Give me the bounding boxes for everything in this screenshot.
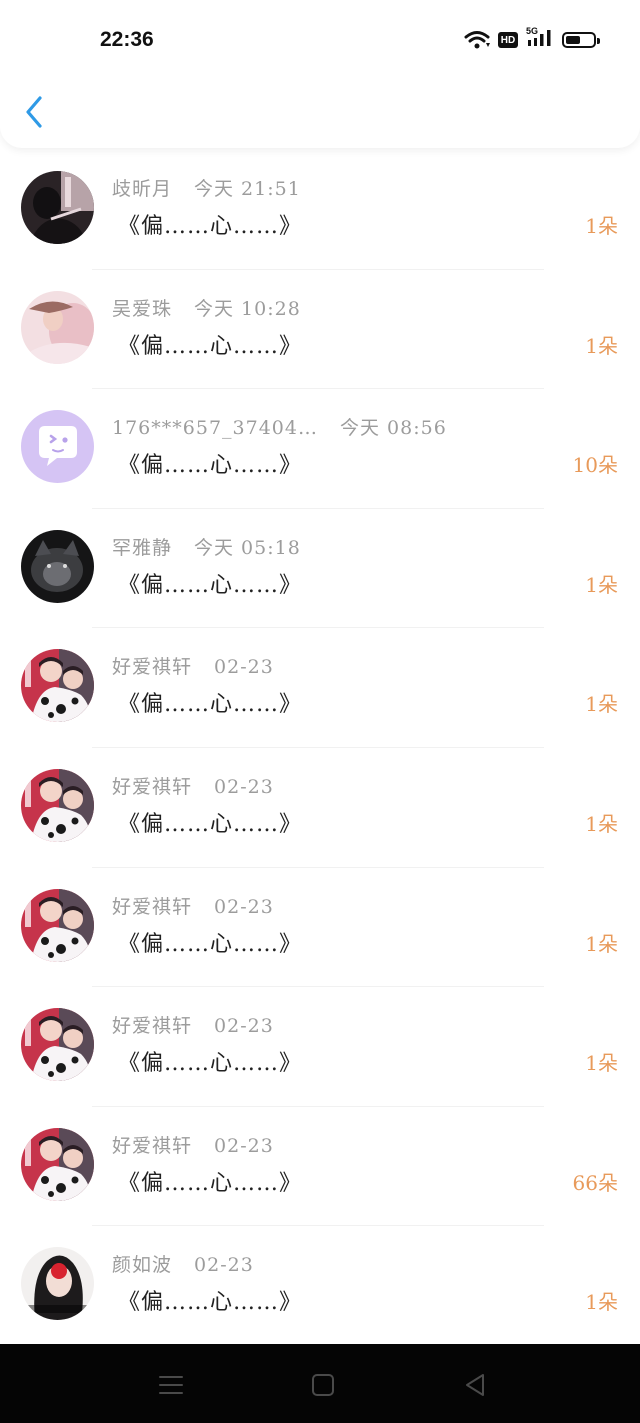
sender-name: 好爱祺轩 — [112, 895, 193, 918]
back-button[interactable] — [20, 94, 50, 130]
sent-time: 今天 05:18 — [194, 536, 301, 559]
avatar[interactable] — [21, 888, 94, 962]
gift-record-row[interactable]: 好爱祺轩 02-23 《偏……心……》 1朵 — [0, 628, 640, 748]
flower-count: 1朵 — [585, 214, 618, 238]
sender-name: 吴爱珠 — [112, 297, 173, 320]
sender-name: 好爱祺轩 — [112, 1015, 193, 1038]
gift-message: 《偏……心……》 — [118, 1051, 303, 1077]
sender-line: 好爱祺轩 02-23 — [112, 892, 274, 919]
gift-record-row[interactable]: 颜如波 02-23 《偏……心……》 1朵 — [0, 1226, 640, 1346]
gift-message: 《偏……心……》 — [118, 572, 303, 598]
battery-icon — [562, 32, 600, 48]
status-icons: HD 5G — [464, 26, 600, 54]
gift-message: 《偏……心……》 — [118, 453, 303, 479]
avatar[interactable] — [21, 1008, 94, 1082]
avatar[interactable] — [21, 171, 94, 244]
gift-message: 《偏……心……》 — [118, 692, 303, 718]
sender-name: 罕雅静 — [112, 536, 173, 559]
flower-count: 1朵 — [585, 811, 618, 836]
sender-line: 好爱祺轩 02-23 — [112, 1131, 274, 1158]
signal-icon: 5G — [526, 26, 554, 52]
gift-list: 歧昕月 今天 21:51 《偏……心……》 1朵 吴爱珠 今天 10:28 《偏……心……… — [0, 150, 640, 1346]
default-chat-icon[interactable] — [21, 410, 94, 484]
system-nav-bar — [0, 1344, 640, 1423]
chevron-left-icon — [26, 96, 42, 128]
home-button[interactable] — [308, 1370, 338, 1400]
battery-level — [566, 36, 580, 44]
sent-time: 02-23 — [214, 895, 274, 918]
gift-record-row[interactable]: 罕雅静 今天 05:18 《偏……心……》 1朵 — [0, 509, 640, 629]
flower-count: 1朵 — [585, 1290, 618, 1315]
flower-count: 1朵 — [585, 931, 618, 956]
menu-icon — [159, 1376, 183, 1394]
gift-record-row[interactable]: 歧昕月 今天 21:51 《偏……心……》 1朵 — [0, 150, 640, 270]
avatar[interactable] — [21, 1247, 94, 1321]
flower-count: 1朵 — [585, 1051, 618, 1076]
nav-back-button[interactable] — [461, 1370, 491, 1400]
flower-count: 1朵 — [585, 692, 618, 717]
sender-line: 吴爱珠 今天 10:28 — [112, 294, 301, 321]
avatar[interactable] — [21, 290, 94, 364]
sent-time: 今天 21:51 — [194, 178, 301, 200]
gift-message: 《偏……心……》 — [118, 333, 303, 359]
sender-name: 好爱祺轩 — [112, 775, 193, 798]
gift-record-row[interactable]: 好爱祺轩 02-23 《偏……心……》 1朵 — [0, 748, 640, 868]
flower-count: 1朵 — [585, 333, 618, 358]
gift-record-row[interactable]: 好爱祺轩 02-23 《偏……心……》 1朵 — [0, 868, 640, 988]
gift-record-row[interactable]: 吴爱珠 今天 10:28 《偏……心……》 1朵 — [0, 270, 640, 390]
sent-time: 02-23 — [214, 1015, 274, 1038]
sender-name: 颜如波 — [112, 1254, 173, 1277]
gift-message: 《偏……心……》 — [118, 811, 303, 837]
sent-time: 今天 08:56 — [339, 417, 447, 440]
sender-line: 176***657_37404… 今天 08:56 — [112, 413, 447, 440]
flower-count: 10朵 — [572, 453, 618, 478]
sender-name: 歧昕月 — [112, 178, 173, 200]
sent-time: 今天 10:28 — [194, 297, 301, 320]
sender-line: 好爱祺轩 02-23 — [112, 772, 274, 799]
gift-message: 《偏……心……》 — [118, 214, 303, 239]
sent-time: 02-23 — [214, 775, 274, 798]
hd-badge: HD — [498, 32, 518, 48]
sender-line: 罕雅静 今天 05:18 — [112, 533, 301, 560]
network-label: 5G — [526, 26, 539, 36]
sender-line: 颜如波 02-23 — [112, 1250, 254, 1277]
avatar[interactable] — [21, 529, 94, 603]
sent-time: 02-23 — [214, 656, 274, 679]
sender-name: 好爱祺轩 — [112, 656, 193, 679]
sender-line: 好爱祺轩 02-23 — [112, 652, 274, 679]
flower-count: 66朵 — [572, 1170, 618, 1195]
sender-name: 好爱祺轩 — [112, 1134, 193, 1157]
sender-line: 歧昕月 今天 21:51 — [112, 174, 301, 201]
gift-message: 《偏……心……》 — [118, 931, 303, 957]
sent-time: 02-23 — [214, 1134, 274, 1157]
back-triangle-icon — [466, 1374, 484, 1396]
gift-message: 《偏……心……》 — [118, 1290, 303, 1316]
status-bar: 22:36 HD 5G — [0, 0, 640, 80]
menu-button[interactable] — [156, 1370, 186, 1400]
wifi-icon — [464, 31, 490, 49]
sender-line: 好爱祺轩 02-23 — [112, 1011, 274, 1038]
header-bar: 22:36 HD 5G — [0, 0, 640, 148]
sender-name: 176***657_37404… — [112, 417, 318, 440]
gift-message: 《偏……心……》 — [118, 1170, 303, 1196]
status-time: 22:36 — [100, 28, 154, 51]
avatar[interactable] — [21, 649, 94, 723]
gift-record-row[interactable]: 176***657_37404… 今天 08:56 《偏……心……》 10朵 — [0, 389, 640, 509]
avatar[interactable] — [21, 1127, 94, 1201]
avatar[interactable] — [21, 768, 94, 842]
gift-record-row[interactable]: 好爱祺轩 02-23 《偏……心……》 66朵 — [0, 1107, 640, 1227]
home-square-icon — [312, 1374, 334, 1396]
flower-count: 1朵 — [585, 572, 618, 597]
sent-time: 02-23 — [194, 1254, 254, 1277]
gift-record-row[interactable]: 好爱祺轩 02-23 《偏……心……》 1朵 — [0, 987, 640, 1107]
